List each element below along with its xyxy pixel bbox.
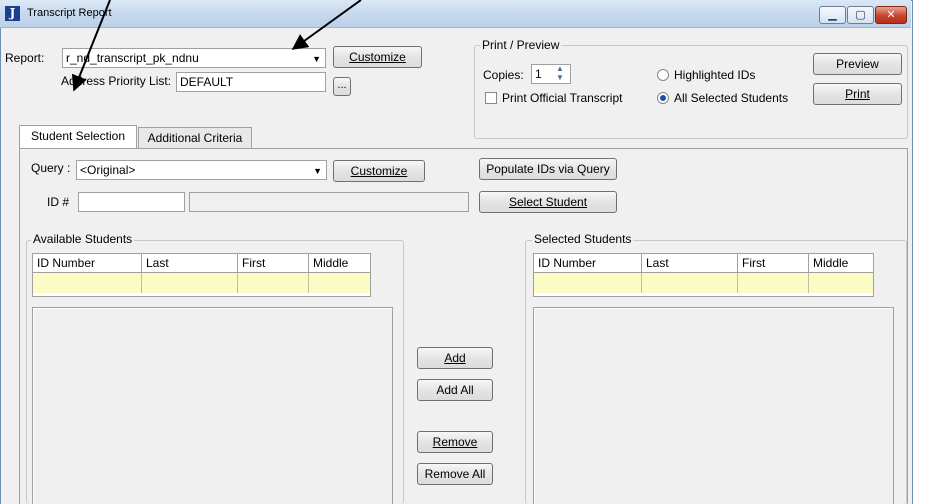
arrow-to-report-dropdown (291, 0, 362, 50)
arrow-to-address-priority (71, 0, 111, 92)
annotation-arrows (71, 0, 362, 92)
